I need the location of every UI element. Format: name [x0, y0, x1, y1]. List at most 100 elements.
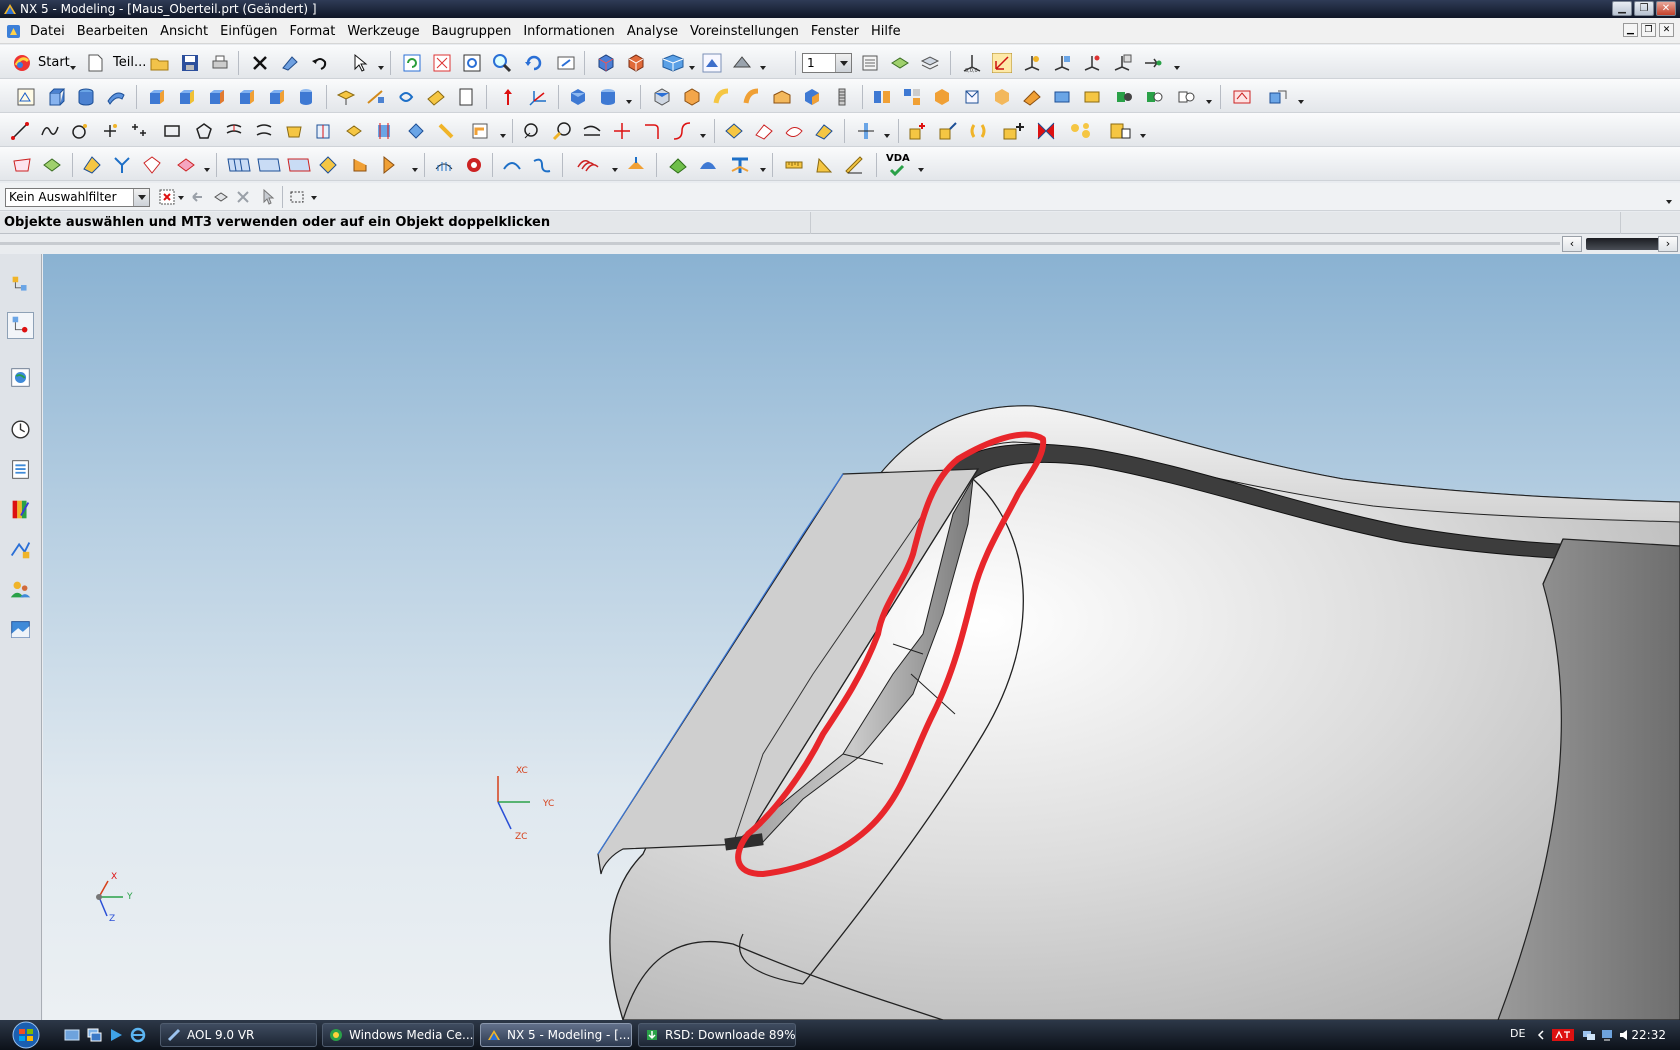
- assembly-add-icon[interactable]: [908, 121, 928, 141]
- vector-icon[interactable]: [498, 87, 518, 107]
- rotate-icon[interactable]: [524, 53, 544, 73]
- wcs-rotate-icon[interactable]: [1022, 53, 1042, 73]
- cone-icon[interactable]: [206, 87, 226, 107]
- wave-geometry-icon[interactable]: [1108, 121, 1134, 141]
- menu-werkzeuge[interactable]: Werkzeuge: [347, 24, 419, 39]
- undo-selection-icon[interactable]: [190, 188, 206, 206]
- spline-icon[interactable]: [40, 121, 60, 141]
- switch-windows-icon[interactable]: [86, 1027, 102, 1043]
- quick-pick-icon[interactable]: [258, 188, 276, 206]
- measure-distance-icon[interactable]: [784, 155, 804, 175]
- reflection-icon[interactable]: [576, 155, 602, 175]
- patch-icon[interactable]: [1144, 87, 1164, 107]
- extract-icon[interactable]: [962, 87, 982, 107]
- point-icon[interactable]: [100, 121, 120, 141]
- pattern-icon[interactable]: [872, 87, 892, 107]
- curve-deviation-icon[interactable]: [532, 155, 552, 175]
- face-blend-icon[interactable]: [712, 87, 732, 107]
- layer-settings-icon[interactable]: [860, 53, 880, 73]
- task-nx-modeling[interactable]: NX 5 - Modeling - [...: [480, 1023, 632, 1047]
- highlight-lines-icon[interactable]: [626, 155, 646, 175]
- graphics-window[interactable]: XC YC ZC X Y Z: [43, 254, 1680, 1020]
- view-orient-icon[interactable]: [660, 53, 686, 73]
- styled-sweep-icon[interactable]: [176, 155, 196, 175]
- line-icon[interactable]: [10, 121, 30, 141]
- curve-length-icon[interactable]: [522, 121, 542, 141]
- menu-voreinstellungen[interactable]: Voreinstellungen: [690, 24, 799, 39]
- wcs-origin-icon[interactable]: 0,0,0: [962, 53, 982, 73]
- edge-blend-icon[interactable]: [652, 87, 672, 107]
- clock[interactable]: 22:32: [1631, 1028, 1666, 1042]
- wcs-orient-icon[interactable]: [1052, 53, 1072, 73]
- roles-icon[interactable]: [7, 576, 34, 603]
- assembly-new-component-icon[interactable]: [1002, 121, 1028, 141]
- reuse-library-icon[interactable]: [7, 456, 34, 483]
- background-icon[interactable]: [732, 53, 752, 73]
- project-curve-icon[interactable]: [284, 121, 304, 141]
- soft-blend-icon[interactable]: [742, 87, 762, 107]
- work-layer-select[interactable]: 1: [802, 53, 852, 73]
- curvature-comb-icon[interactable]: [502, 155, 522, 175]
- menu-baugruppen[interactable]: Baugruppen: [432, 24, 512, 39]
- rectangle-select-icon[interactable]: [288, 188, 306, 206]
- doc-minimize-button[interactable]: ▁: [1623, 23, 1638, 37]
- network-icon[interactable]: [1582, 1028, 1596, 1042]
- trim-body-icon[interactable]: [1082, 87, 1102, 107]
- curve-mesh-icon[interactable]: [784, 121, 804, 141]
- cylinder-icon[interactable]: [176, 87, 196, 107]
- undo-icon[interactable]: [310, 53, 330, 73]
- zoom-icon[interactable]: [462, 53, 482, 73]
- minimize-button[interactable]: ▁: [1612, 1, 1632, 16]
- component-array-icon[interactable]: [1068, 121, 1094, 141]
- bridge-curve-icon[interactable]: [254, 121, 274, 141]
- revolve-icon[interactable]: [76, 87, 96, 107]
- draft-icon[interactable]: [802, 87, 822, 107]
- save-icon[interactable]: [180, 53, 200, 73]
- nx-menu-icon[interactable]: [6, 24, 21, 39]
- n-sided-icon[interactable]: [112, 155, 132, 175]
- sphere-icon[interactable]: [236, 87, 256, 107]
- sweep-icon[interactable]: [106, 87, 126, 107]
- fit-icon[interactable]: [432, 53, 452, 73]
- subtract-icon[interactable]: [598, 87, 618, 107]
- assembly-constraint-icon[interactable]: [968, 121, 988, 141]
- history-icon[interactable]: [7, 416, 34, 443]
- mirror-body-icon[interactable]: [932, 87, 952, 107]
- process-studio-icon[interactable]: [7, 536, 34, 563]
- point-set-icon[interactable]: [426, 87, 446, 107]
- network-status-icon[interactable]: [1600, 1028, 1614, 1042]
- wcs-set-icon[interactable]: [1082, 53, 1102, 73]
- ati-icon[interactable]: [1552, 1028, 1574, 1042]
- menu-hilfe[interactable]: Hilfe: [871, 24, 901, 39]
- law-extension-icon[interactable]: [380, 155, 406, 175]
- print-icon[interactable]: [210, 53, 230, 73]
- trim-curve-icon[interactable]: [582, 121, 602, 141]
- sketch-icon[interactable]: [16, 87, 36, 107]
- measure-body-icon[interactable]: [844, 155, 864, 175]
- divide-curve-icon[interactable]: [612, 121, 632, 141]
- circle-icon[interactable]: [70, 121, 90, 141]
- copy-icon[interactable]: [280, 53, 300, 73]
- unite-faces-icon[interactable]: [1176, 87, 1196, 107]
- scroll-left-button[interactable]: ‹: [1562, 236, 1582, 252]
- language-indicator[interactable]: DE: [1510, 1027, 1525, 1040]
- wrap-curve-icon[interactable]: [406, 121, 426, 141]
- chamfer-icon[interactable]: [682, 87, 702, 107]
- fillet-curve-icon[interactable]: [642, 121, 662, 141]
- selection-tools-icon[interactable]: [350, 53, 370, 73]
- maximize-button[interactable]: ❐: [1634, 1, 1654, 16]
- view-triad-icon[interactable]: [702, 53, 722, 73]
- boss-icon[interactable]: [296, 87, 316, 107]
- vda-check-button[interactable]: VDA: [886, 153, 910, 176]
- doc-restore-button[interactable]: ❐: [1641, 23, 1656, 37]
- menu-einfuegen[interactable]: Einfügen: [220, 24, 277, 39]
- render-style-icon[interactable]: [596, 53, 616, 73]
- wcs-display-icon[interactable]: [1142, 53, 1162, 73]
- x-form-icon[interactable]: [226, 155, 252, 175]
- media-player-icon[interactable]: [108, 1027, 124, 1043]
- pan-icon[interactable]: [556, 53, 576, 73]
- sew-icon[interactable]: [992, 87, 1012, 107]
- mirror-icon[interactable]: [902, 87, 922, 107]
- type-filter-select[interactable]: Kein Auswahlfilter: [5, 188, 150, 207]
- wcs-dynamic-icon[interactable]: [992, 53, 1012, 73]
